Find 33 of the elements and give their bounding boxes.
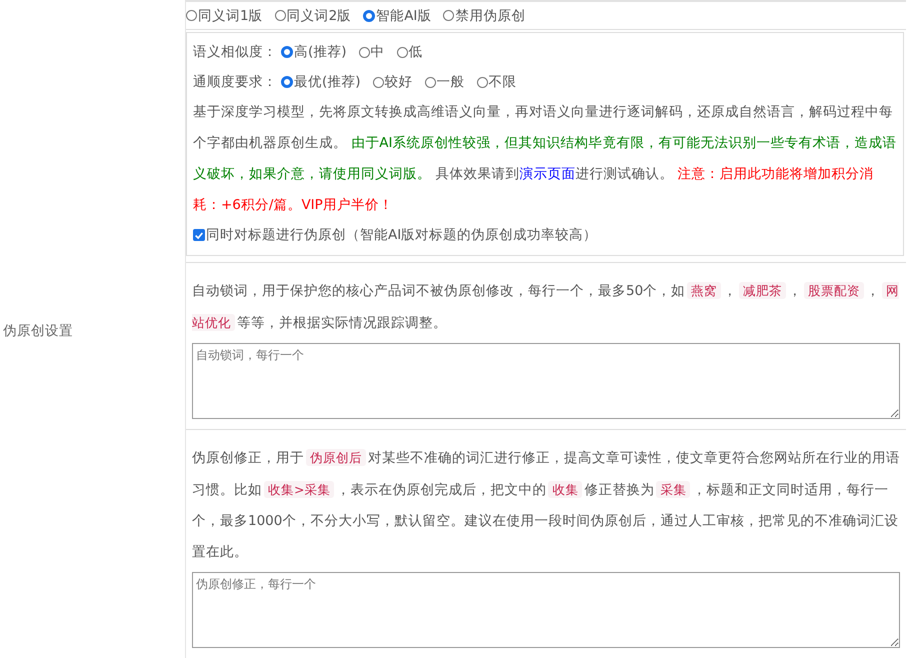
- ai-description: 基于深度学习模型，先将原文转换成高维语义向量，再对语义向量进行逐词解码，还原成自然语言，解码过程中每个字都由机器原创生成。 由于AI系统原创性较强，但其知识结构毕竟有限，有可能无法识别一些专有术语，造成语义破坏，如果介意，请使用同义词版。 具体效果请到演示页面进行测试确认。 注意：启用此功能将增加积分消耗：+6积分/篇。VIP用户半价！: [193, 103, 897, 215]
- lock-words-description: 自动锁词，用于保护您的核心产品词不被伪原创修改，每行一个，最多50个，如 燕窝 ， 减肥茶 ， 股票配资 ， 网站优化 等等，并根据实际情况跟踪调整。: [192, 281, 900, 333]
- fluency-option[interactable]: 一般: [424, 73, 465, 91]
- checkbox[interactable]: [193, 229, 205, 241]
- radio-button[interactable]: [476, 76, 488, 88]
- section-label: 伪原创设置: [3, 322, 73, 340]
- radio-button[interactable]: [372, 76, 384, 88]
- radio-button[interactable]: [424, 76, 436, 88]
- similarity-option[interactable]: 高(推荐): [281, 43, 347, 61]
- radio-button[interactable]: [186, 10, 197, 21]
- fluency-option[interactable]: 不限: [476, 73, 517, 91]
- mode-option[interactable]: 禁用伪原创: [443, 6, 526, 24]
- radio-button[interactable]: [281, 76, 293, 88]
- radio-button[interactable]: [363, 10, 376, 22]
- similarity-option[interactable]: 低: [396, 43, 423, 61]
- mode-option[interactable]: 智能AI版: [363, 6, 432, 24]
- fluency-option[interactable]: 最优(推荐): [281, 73, 361, 91]
- mode-option[interactable]: 同义词2版: [274, 6, 352, 24]
- similarity-option[interactable]: 中: [358, 43, 385, 61]
- similarity-label: 语义相似度：: [193, 43, 277, 61]
- fluency-option[interactable]: 较好: [372, 73, 413, 91]
- title-rewrite-option[interactable]: 同时对标题进行伪原创（智能AI版对标题的伪原创成功率较高）: [193, 221, 598, 249]
- radio-button[interactable]: [358, 46, 370, 58]
- demo-page-link[interactable]: 演示页面: [519, 166, 576, 182]
- mode-option[interactable]: 同义词1版: [186, 6, 263, 24]
- radio-button[interactable]: [274, 10, 286, 21]
- radio-button[interactable]: [281, 46, 293, 58]
- radio-button[interactable]: [443, 10, 454, 21]
- fluency-label: 通顺度要求：: [193, 73, 277, 91]
- corrections-field[interactable]: 伪原创修正，每行一个: [192, 572, 900, 648]
- corrections-description: 伪原创修正，用于 伪原创后 对某些不准确的词汇进行修正，提高文章可读性，使文章更符合您网站所在行业的用语习惯。比如 收集>采集 ，表示在伪原创完成后，把文中的 收集 修正替换为 采集 ，标题和正文同时适用，每行一个，最多1000个，不分大小写，默认留空。建议在使用一段时间伪原创后，通过人工审核，把常见的不准确词汇设置在此。: [192, 448, 900, 562]
- radio-button[interactable]: [396, 46, 408, 58]
- lock-words-field[interactable]: 自动锁词，每行一个: [192, 343, 900, 419]
